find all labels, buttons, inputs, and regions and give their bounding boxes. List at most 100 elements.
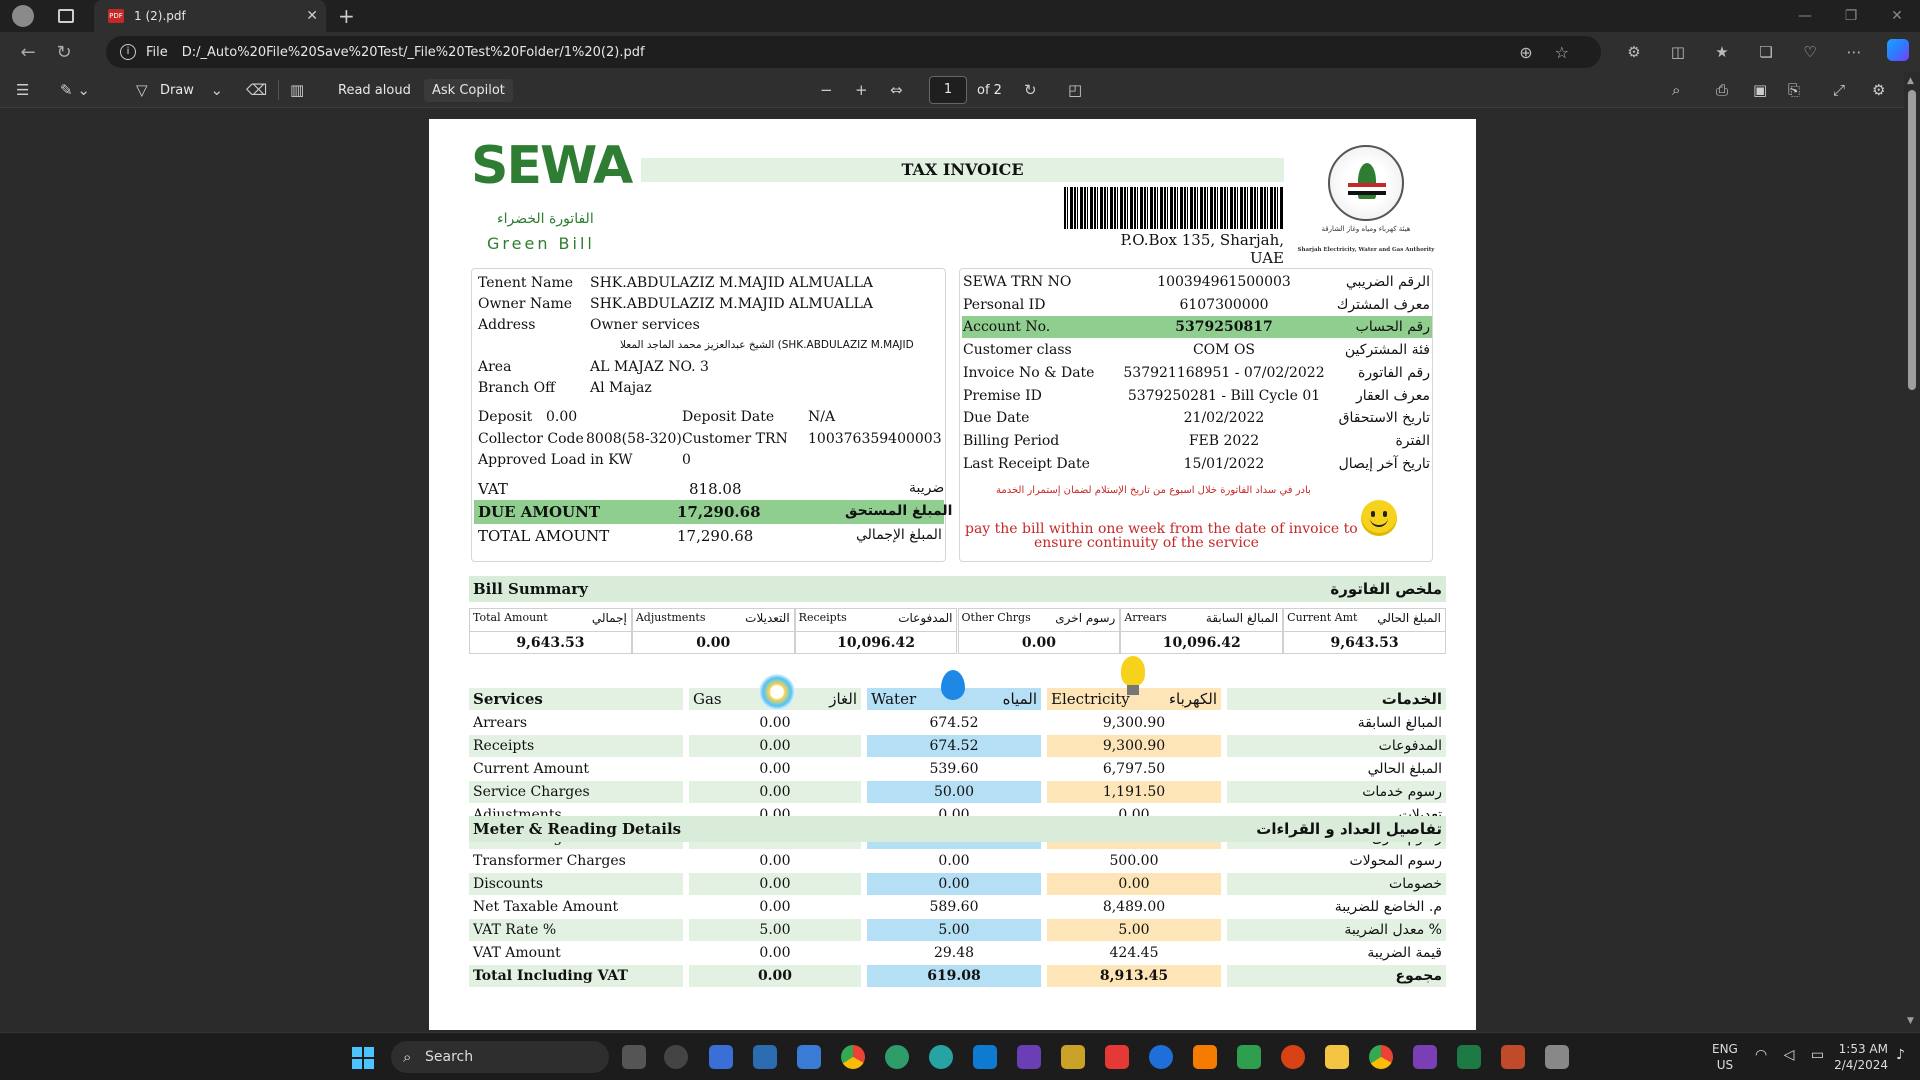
services-row: Transformer Charges 0.00 0.00 500.00 رسوم ال…	[469, 850, 1446, 872]
close-tab-icon[interactable]: ✕	[306, 8, 318, 24]
contents-icon[interactable]: ☰	[16, 81, 29, 99]
edge-icon[interactable]	[885, 1045, 909, 1069]
tab-actions-icon[interactable]	[58, 9, 74, 23]
app-green-icon[interactable]	[1237, 1045, 1261, 1069]
new-tab-icon[interactable]: +	[338, 4, 355, 28]
task-view-icon[interactable]	[622, 1045, 646, 1069]
chevron-down-icon[interactable]: ⌄	[210, 81, 223, 99]
collections-icon[interactable]: ❏	[1744, 43, 1788, 61]
save-icon[interactable]: ▣	[1753, 81, 1767, 99]
address-bar[interactable]: i File D:/_Auto%20File%20Save%20Test/_Fi…	[106, 36, 1601, 68]
notification-bell-icon[interactable]: ♪	[1896, 1047, 1905, 1063]
gas-value: 0.00	[689, 873, 861, 895]
vertical-scrollbar[interactable]: ▲ ▼	[1904, 72, 1920, 1030]
extensions-icon[interactable]: ⚙	[1612, 43, 1656, 61]
profile-avatar[interactable]	[12, 5, 34, 27]
total-amount-label: TOTAL AMOUNT	[478, 527, 610, 545]
page-number-input[interactable]: 1	[929, 76, 967, 104]
close-window-icon[interactable]: ✕	[1874, 0, 1920, 32]
split-screen-icon[interactable]: ◫	[1656, 43, 1700, 61]
ask-copilot-button[interactable]: Ask Copilot	[424, 78, 513, 102]
scrollbar-thumb[interactable]	[1908, 90, 1916, 390]
minimize-icon[interactable]: —	[1782, 0, 1828, 32]
back-icon[interactable]: ←	[10, 42, 46, 63]
url-text[interactable]: D:/_Auto%20File%20Save%20Test/_File%20Te…	[182, 45, 645, 60]
water-value: 589.60	[929, 899, 979, 915]
visual-studio-icon-2[interactable]	[1413, 1045, 1437, 1069]
favorite-star-icon[interactable]: ☆	[1555, 43, 1569, 62]
print-icon[interactable]: ⎙	[1716, 81, 1728, 99]
eraser-icon[interactable]: ⌫	[246, 81, 267, 99]
draw-button[interactable]: Draw	[160, 83, 194, 98]
save-as-icon[interactable]: ⎘	[1788, 81, 1800, 99]
anydesk-icon[interactable]	[1105, 1045, 1129, 1069]
search-icon: ⌕	[403, 1048, 412, 1066]
services-row: Service Charges 0.00 50.00 1,191.50 رسوم خدم…	[469, 781, 1446, 803]
snipping-icon[interactable]	[1061, 1045, 1085, 1069]
taskbar-search[interactable]: ⌕ Search	[391, 1041, 609, 1073]
summary-cell: Total Amount إجمالي 9,643.53	[469, 608, 632, 654]
browser-essentials-icon[interactable]: ♡	[1788, 43, 1832, 61]
po-box: P.O.Box 135, Sharjah, UAE	[1120, 231, 1284, 267]
refresh-icon[interactable]: ↻	[46, 42, 82, 63]
page-view-icon[interactable]: ▥	[290, 81, 304, 99]
zoom-in-icon[interactable]: +	[855, 81, 868, 99]
account-info-ar: تاريخ آخر إيصال	[1338, 455, 1430, 472]
highlight-icon[interactable]: ✎ ⌄	[60, 81, 90, 99]
clock[interactable]: 1:53 AM 2/4/2024	[1832, 1041, 1888, 1073]
tenant-label: Tenent Name	[478, 275, 574, 291]
sublime-icon[interactable]	[1193, 1045, 1217, 1069]
services-row: Total Including VAT 0.00 619.08 8,913.45 مجم…	[469, 965, 1446, 987]
app-misc-icon[interactable]	[1545, 1045, 1569, 1069]
deposit-label: Deposit	[478, 409, 533, 425]
summary-cell: Arrears المبالغ السابقة 10,096.42	[1120, 608, 1284, 654]
chrome-icon[interactable]	[841, 1045, 865, 1069]
scroll-down-icon[interactable]: ▼	[1907, 1016, 1914, 1026]
remote-desktop-icon[interactable]	[709, 1045, 733, 1069]
copilot-icon[interactable]	[1876, 39, 1920, 65]
favorites-icon[interactable]: ★	[1700, 43, 1744, 61]
account-info-label: Last Receipt Date	[963, 455, 1090, 472]
edge-dev-icon[interactable]	[929, 1045, 953, 1069]
language-indicator[interactable]: ENG US	[1712, 1041, 1738, 1073]
zoom-icon[interactable]: ⊕	[1519, 43, 1532, 62]
widgets-icon[interactable]	[664, 1045, 688, 1069]
account-info-value: 5379250817	[1175, 319, 1273, 336]
summary-label-ar: رسوم اخرى	[1055, 611, 1116, 625]
search-icon[interactable]: ⌕	[1672, 81, 1680, 99]
services-row: VAT Rate % 5.00 5.00 5.00 معدل الضريبة %	[469, 919, 1446, 941]
start-button[interactable]	[352, 1047, 374, 1069]
tab-pdf[interactable]: PDF 1 (2).pdf ✕	[94, 0, 326, 32]
app-red-icon[interactable]	[1281, 1045, 1305, 1069]
more-options-icon[interactable]: ⋯	[1832, 43, 1876, 61]
info-icon[interactable]: i	[120, 44, 136, 60]
app-window-icon[interactable]	[1501, 1045, 1525, 1069]
settings-gear-icon[interactable]: ⚙	[1872, 81, 1885, 99]
calculator-icon[interactable]	[753, 1045, 777, 1069]
electricity-header: Electricity الكهرباء	[1047, 656, 1221, 710]
rotate-icon[interactable]: ↻	[1024, 81, 1037, 99]
fullscreen-icon[interactable]: ⤢	[1833, 81, 1845, 99]
file-explorer-icon[interactable]	[1325, 1045, 1349, 1069]
barcode	[1064, 187, 1284, 229]
draw-icon[interactable]: ▽	[136, 81, 148, 99]
summary-label-ar: المدفوعات	[898, 611, 953, 625]
gas-value: 0.00	[759, 853, 791, 869]
electricity-value: 424.45	[1109, 945, 1159, 961]
excel-icon[interactable]	[1457, 1045, 1481, 1069]
network-volume-battery-icons[interactable]: ◠ ◁ ▭	[1755, 1047, 1830, 1063]
notepad-icon[interactable]	[797, 1045, 821, 1069]
read-aloud-button[interactable]: Read aloud	[330, 79, 419, 102]
restore-icon[interactable]: ❐	[1828, 0, 1874, 32]
chrome-icon-2[interactable]	[1369, 1045, 1393, 1069]
account-info-label: Due Date	[963, 410, 1030, 427]
zoom-out-icon[interactable]: −	[820, 81, 833, 99]
service-label-ar: معدل الضريبة %	[1227, 919, 1446, 941]
two-page-icon[interactable]: ◰	[1068, 81, 1082, 99]
scroll-up-icon[interactable]: ▲	[1907, 76, 1914, 86]
vscode-icon[interactable]	[973, 1045, 997, 1069]
summary-cell: Other Chrgs رسوم اخرى 0.00	[957, 608, 1121, 654]
fit-page-icon[interactable]: ⇔	[890, 81, 903, 99]
visual-studio-icon[interactable]	[1017, 1045, 1041, 1069]
firefox-icon[interactable]	[1149, 1045, 1173, 1069]
